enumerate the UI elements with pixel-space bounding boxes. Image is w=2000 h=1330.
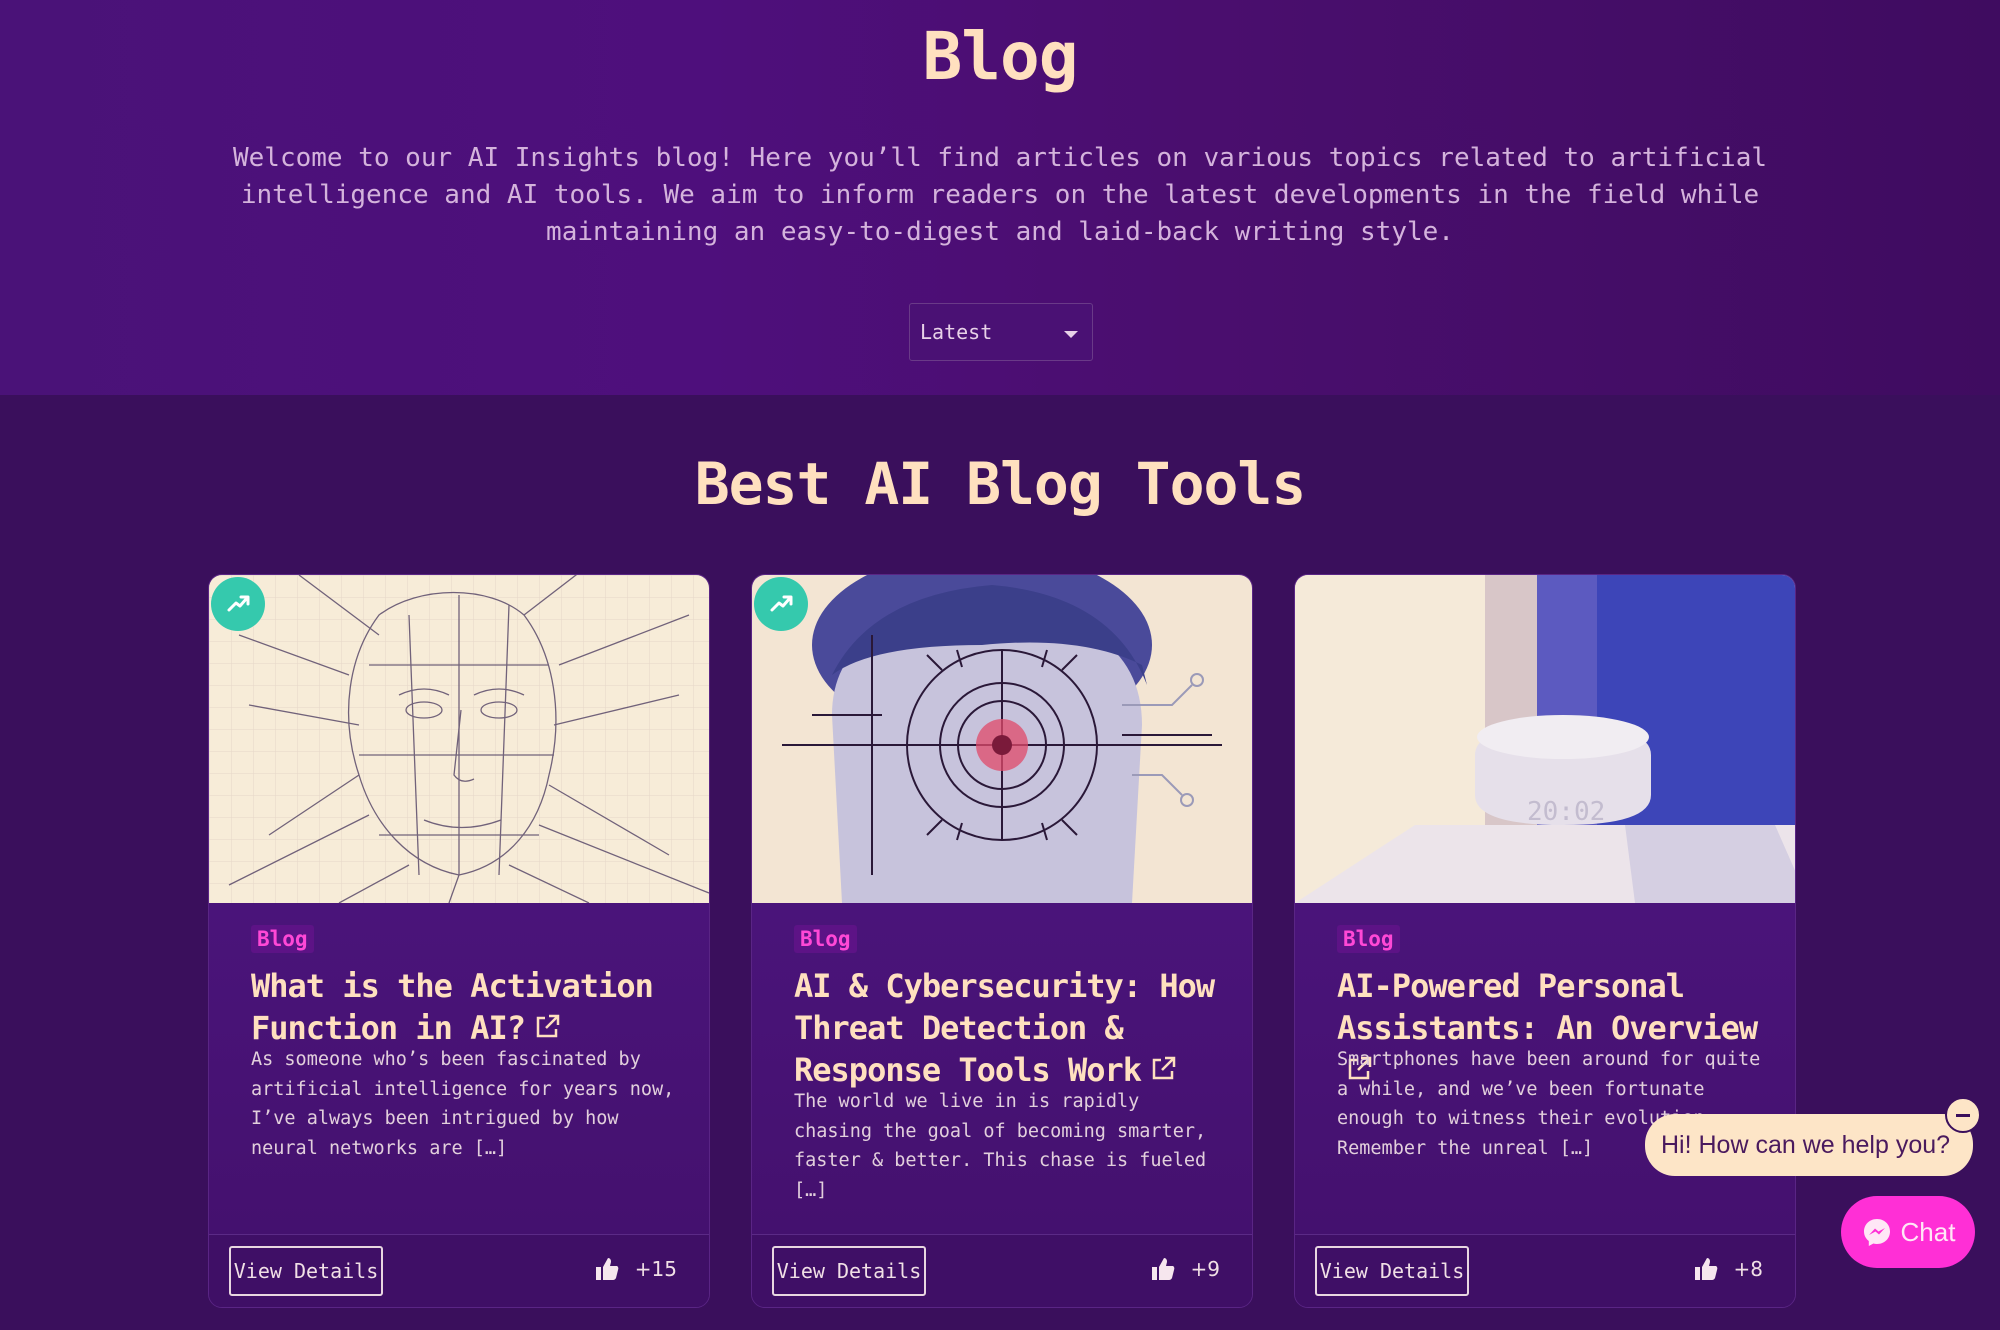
- trending-badge: [754, 577, 808, 631]
- card-footer: View Details +15: [209, 1234, 709, 1307]
- chat-button[interactable]: Chat: [1841, 1196, 1975, 1268]
- chat-greeting-text: Hi! How can we help you?: [1661, 1130, 1951, 1159]
- page-title: Blog: [922, 18, 1079, 95]
- blog-card: 20:02 Blog AI-Powered Personal Assistant…: [1294, 574, 1796, 1308]
- chat-minimize-button[interactable]: [1945, 1097, 1981, 1133]
- chevron-down-icon: [1064, 330, 1078, 338]
- card-excerpt: The world we live in is rapidly chasing …: [794, 1091, 1207, 1201]
- svg-text:20:02: 20:02: [1527, 797, 1605, 827]
- like-count: +8: [1733, 1257, 1763, 1281]
- thumbs-up-icon: [595, 1258, 619, 1280]
- page-description: Welcome to our AI Insights blog! Here yo…: [232, 143, 1768, 247]
- card-image[interactable]: [209, 575, 709, 903]
- category-tag[interactable]: Blog: [794, 925, 857, 953]
- sort-dropdown-value: Latest: [920, 320, 993, 344]
- category-tag[interactable]: Blog: [251, 925, 314, 953]
- card-excerpt: As someone who’s been fascinated by arti…: [251, 1049, 675, 1159]
- card-body: Blog What is the Activation Function in …: [209, 903, 709, 1307]
- card-body: Blog AI & Cybersecurity: How Threat Dete…: [752, 903, 1252, 1307]
- messenger-icon: [1863, 1219, 1890, 1246]
- like-counter[interactable]: +8: [1692, 1255, 1763, 1283]
- like-count: +9: [1190, 1257, 1220, 1281]
- like-count: +15: [634, 1257, 677, 1281]
- card-title: AI-Powered Personal Assistants: An Overv…: [1337, 967, 1758, 1047]
- thumbs-up-icon: [1151, 1258, 1174, 1280]
- like-counter[interactable]: +9: [1149, 1255, 1220, 1283]
- card-title: What is the Activation Function in AI?: [251, 967, 654, 1047]
- hero-banner: Blog Welcome to our AI Insights blog! He…: [0, 0, 2000, 395]
- section-title: Best AI Blog Tools: [694, 450, 1307, 518]
- like-counter[interactable]: +15: [593, 1255, 677, 1283]
- card-title-link[interactable]: What is the Activation Function in AI?: [251, 965, 681, 1051]
- chat-greeting-bubble[interactable]: Hi! How can we help you?: [1645, 1114, 1973, 1176]
- trending-badge: [211, 577, 265, 631]
- sort-dropdown[interactable]: Latest: [909, 303, 1093, 361]
- card-image[interactable]: 20:02: [1295, 575, 1795, 903]
- card-footer: View Details +9: [752, 1234, 1252, 1307]
- card-body: Blog AI-Powered Personal Assistants: An …: [1295, 903, 1795, 1307]
- card-title-link[interactable]: AI & Cybersecurity: How Threat Detection…: [794, 965, 1224, 1093]
- blog-card: Blog What is the Activation Function in …: [208, 574, 710, 1308]
- category-tag[interactable]: Blog: [1337, 925, 1400, 953]
- chat-button-label: Chat: [1900, 1216, 1956, 1247]
- minus-icon: [1956, 1113, 1970, 1117]
- card-image[interactable]: [752, 575, 1252, 903]
- view-details-button[interactable]: View Details: [772, 1246, 926, 1296]
- card-footer: View Details +8: [1295, 1234, 1795, 1307]
- view-details-button[interactable]: View Details: [1315, 1246, 1469, 1296]
- trending-icon: [227, 595, 250, 612]
- view-details-button[interactable]: View Details: [229, 1246, 383, 1296]
- blog-card: Blog AI & Cybersecurity: How Threat Dete…: [751, 574, 1253, 1308]
- trending-icon: [770, 595, 793, 612]
- thumbs-up-icon: [1694, 1258, 1717, 1280]
